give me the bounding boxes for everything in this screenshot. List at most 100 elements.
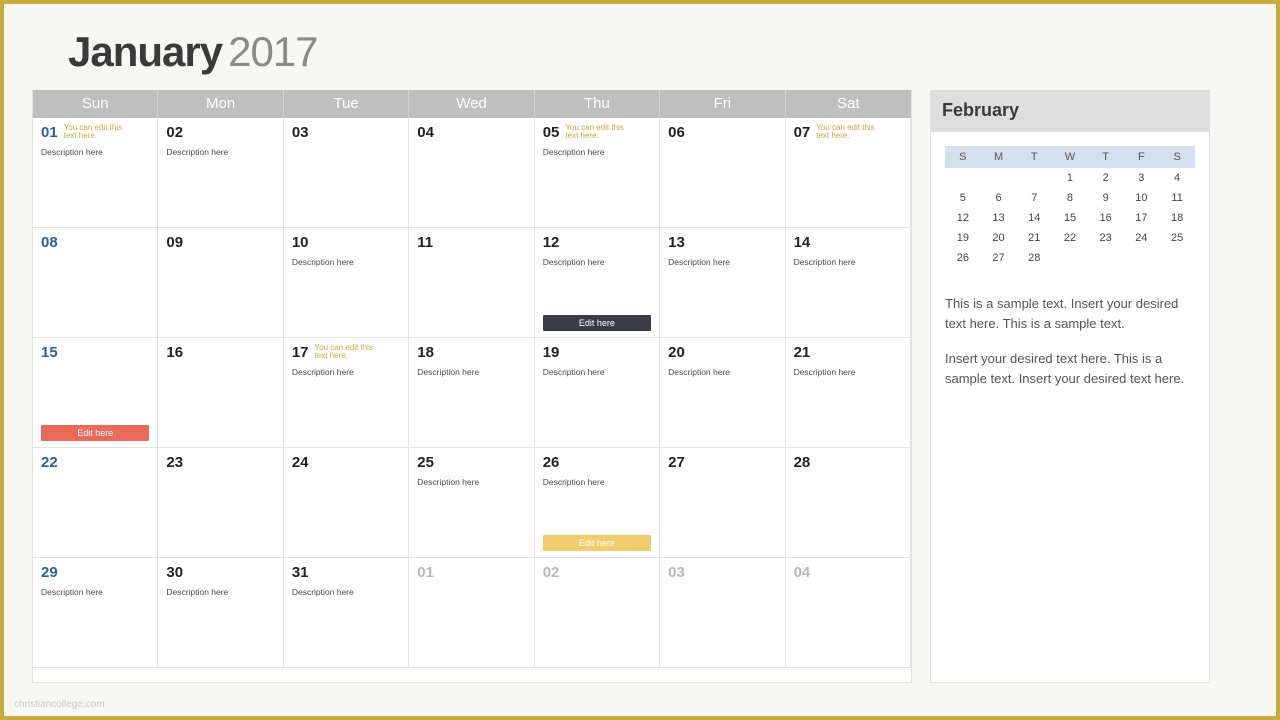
sidebar-text[interactable]: This is a sample text. Insert your desir… [945, 294, 1195, 388]
day-number: 09 [166, 234, 183, 251]
cell-description[interactable]: Description here [794, 257, 902, 267]
calendar-cell[interactable]: 04 [409, 118, 534, 228]
cell-description[interactable]: Description here [668, 367, 776, 377]
calendar-cell[interactable]: 16 [158, 338, 283, 448]
day-number: 04 [417, 124, 434, 141]
mini-day-cell: 10 [1124, 188, 1160, 208]
day-number: 03 [292, 124, 309, 141]
day-number: 20 [668, 344, 685, 361]
calendar-cell[interactable]: 04 [786, 558, 911, 668]
calendar-cell[interactable]: 22 [33, 448, 158, 558]
calendar-cell[interactable]: 13Description here [660, 228, 785, 338]
calendar-cell[interactable]: 24 [284, 448, 409, 558]
cell-description[interactable]: Description here [292, 257, 400, 267]
calendar-cell[interactable]: 21Description here [786, 338, 911, 448]
calendar-cell[interactable]: 12 Description here Edit here [535, 228, 660, 338]
mini-day-cell: 22 [1052, 228, 1088, 248]
calendar-cell[interactable]: 14 Description here [786, 228, 911, 338]
mini-day-cell: 16 [1088, 208, 1124, 228]
day-number: 27 [668, 454, 685, 471]
cell-description[interactable]: Description here [166, 147, 274, 157]
sidebar-paragraph[interactable]: This is a sample text. Insert your desir… [945, 294, 1195, 333]
cell-description[interactable]: Description here [41, 587, 149, 597]
cell-description[interactable]: Description here [417, 367, 525, 377]
day-number: 01 [41, 124, 58, 141]
calendar-cell[interactable]: 01 [409, 558, 534, 668]
calendar-cell[interactable]: 19 Description here [535, 338, 660, 448]
calendar-cell[interactable]: 23 [158, 448, 283, 558]
calendar-cell[interactable]: 03 [660, 558, 785, 668]
mini-weekday-header: T [1088, 146, 1124, 168]
day-number: 12 [543, 234, 560, 251]
day-number: 01 [417, 564, 434, 581]
day-number: 14 [794, 234, 811, 251]
cell-description[interactable]: Description here [794, 367, 902, 377]
calendar-cell[interactable]: 07You can edit this text here. [786, 118, 911, 228]
day-number: 17 [292, 344, 309, 361]
mini-day-cell: 26 [945, 248, 981, 268]
cell-tag[interactable]: Edit here [543, 535, 651, 551]
calendar-cell[interactable]: 08 [33, 228, 158, 338]
mini-day-cell: 4 [1159, 168, 1195, 188]
calendar-cell[interactable]: 30Description here [158, 558, 283, 668]
mini-day-cell: 2 [1088, 168, 1124, 188]
cell-note[interactable]: You can edit this text here. [565, 124, 625, 141]
cell-description[interactable]: Description here [41, 147, 149, 157]
cell-description[interactable]: Description here [543, 257, 651, 267]
weekday-header-cell: Thu [535, 90, 660, 118]
calendar-cell[interactable]: 15Edit here [33, 338, 158, 448]
sidebar-paragraph[interactable]: Insert your desired text here. This is a… [945, 349, 1195, 388]
calendar-cell[interactable]: 06 [660, 118, 785, 228]
mini-day-cell: 3 [1124, 168, 1160, 188]
calendar-cell[interactable]: 01 You can edit this text here. Descriptio… [33, 118, 158, 228]
cell-description[interactable]: Description here [166, 587, 274, 597]
calendar-cell[interactable]: 03 [284, 118, 409, 228]
mini-day-cell: 14 [1016, 208, 1052, 228]
title-month: January [68, 28, 222, 75]
mini-day-cell [1052, 248, 1088, 268]
calendar-cell[interactable]: 26Description hereEdit here [535, 448, 660, 558]
sidebar-box: SMTWTFS 12345678910111213141516171819202… [930, 131, 1210, 683]
weekday-header-cell: Fri [660, 90, 785, 118]
mini-weekday-header: M [981, 146, 1017, 168]
cell-description[interactable]: Description here [543, 477, 651, 487]
cell-note[interactable]: You can edit this text here. [64, 124, 124, 141]
day-number: 08 [41, 234, 58, 251]
calendar-cell[interactable]: 02 [535, 558, 660, 668]
calendar-cell[interactable]: 31Description here [284, 558, 409, 668]
calendar-cell[interactable]: 09 [158, 228, 283, 338]
calendar-cell[interactable]: 17 You can edit this text here. Descriptio… [284, 338, 409, 448]
calendar-cell[interactable]: 10Description here [284, 228, 409, 338]
mini-day-cell: 23 [1088, 228, 1124, 248]
cell-note[interactable]: You can edit this text here. [816, 124, 876, 141]
calendar-cell[interactable]: 28 [786, 448, 911, 558]
cell-description[interactable]: Description here [668, 257, 776, 267]
mini-day-cell: 24 [1124, 228, 1160, 248]
calendar-cell[interactable]: 18Description here [409, 338, 534, 448]
calendar-cell[interactable]: 11 [409, 228, 534, 338]
calendar-cell[interactable]: 27 [660, 448, 785, 558]
day-number: 19 [543, 344, 560, 361]
cell-tag[interactable]: Edit here [41, 425, 149, 441]
cell-description[interactable]: Description here [543, 367, 651, 377]
mini-day-cell: 6 [981, 188, 1017, 208]
cell-description[interactable]: Description here [417, 477, 525, 487]
mini-day-cell [1124, 248, 1160, 268]
calendar-cell[interactable]: 29Description here [33, 558, 158, 668]
calendar-cell[interactable]: 05You can edit this text here.Descriptio… [535, 118, 660, 228]
calendar-cell[interactable]: 20 Description here [660, 338, 785, 448]
day-number: 06 [668, 124, 685, 141]
calendar-cell[interactable]: 02Description here [158, 118, 283, 228]
calendar-weekday-header: SunMonTueWedThuFriSat [33, 90, 911, 118]
cell-description[interactable]: Description here [292, 367, 400, 377]
day-number: 02 [543, 564, 560, 581]
cell-description[interactable]: Description here [292, 587, 400, 597]
mini-day-cell: 13 [981, 208, 1017, 228]
day-number: 22 [41, 454, 58, 471]
cell-description[interactable]: Description here [543, 147, 651, 157]
calendar-cell[interactable]: 25Description here [409, 448, 534, 558]
day-number: 04 [794, 564, 811, 581]
cell-tag[interactable]: Edit here [543, 315, 651, 331]
weekday-header-cell: Mon [158, 90, 283, 118]
cell-note[interactable]: You can edit this text here. [315, 344, 375, 361]
